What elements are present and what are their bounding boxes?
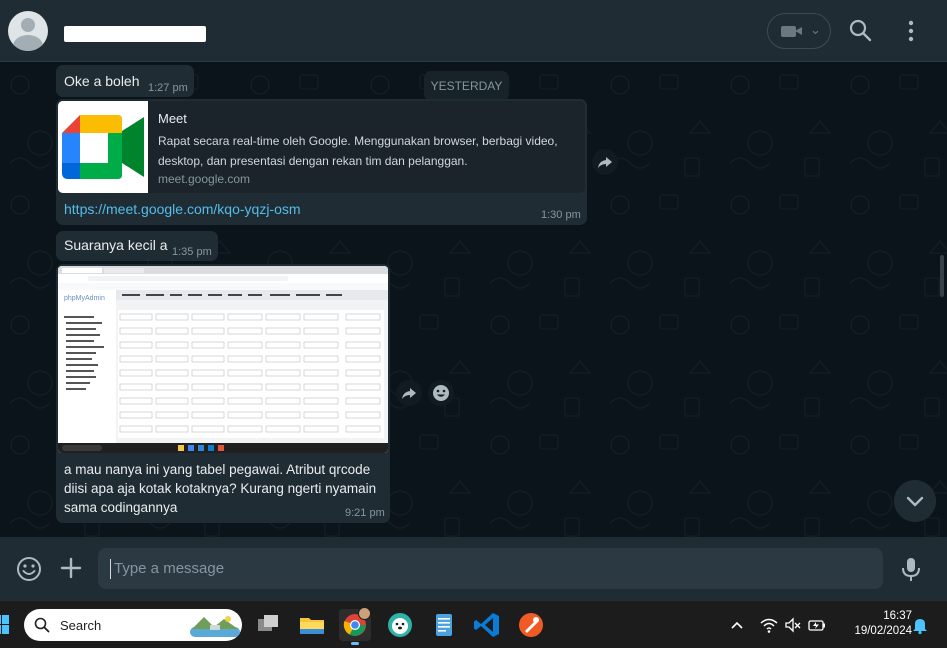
message-text: Oke a boleh bbox=[64, 73, 140, 89]
image-caption: a mau nanya ini yang tabel pegawai. Atri… bbox=[64, 462, 377, 515]
message-time: 1:27 pm bbox=[148, 82, 188, 94]
message-bubble[interactable]: Suaranya kecil a 1:35 pm bbox=[56, 231, 218, 261]
task-view-icon[interactable] bbox=[252, 609, 284, 641]
scroll-to-bottom-button[interactable] bbox=[894, 480, 936, 522]
search-highlight-illustration bbox=[190, 616, 240, 637]
windows-taskbar: Search 16:37 19/02/2024 bbox=[0, 600, 947, 648]
emoji-icon[interactable] bbox=[15, 555, 43, 583]
chevron-down-icon: ⌄ bbox=[810, 22, 821, 37]
chrome-taskbar-button[interactable] bbox=[339, 607, 371, 645]
battery-charging-icon[interactable] bbox=[807, 615, 827, 635]
postman-icon[interactable] bbox=[515, 609, 547, 641]
message-composer bbox=[0, 537, 947, 600]
message-bubble-link[interactable]: Meet Rapat secara real-time oleh Google.… bbox=[56, 99, 587, 225]
google-meet-logo bbox=[58, 101, 148, 193]
scrollbar-thumb[interactable] bbox=[940, 255, 944, 297]
screenshot-thumbnail[interactable]: phpMyAdmin bbox=[58, 266, 388, 453]
message-time: 9:21 pm bbox=[345, 507, 385, 519]
message-bubble[interactable]: Oke a boleh 1:27 pm bbox=[56, 65, 194, 97]
preview-description: Rapat secara real-time oleh Google. Meng… bbox=[158, 134, 558, 168]
preview-title: Meet bbox=[158, 111, 187, 126]
text-caret bbox=[110, 559, 111, 579]
video-camera-icon bbox=[781, 26, 802, 37]
video-call-button[interactable]: ⌄ bbox=[767, 13, 831, 49]
react-emoji-icon[interactable] bbox=[428, 380, 454, 406]
clock-date: 19/02/2024 bbox=[854, 625, 912, 637]
message-input[interactable] bbox=[98, 548, 883, 589]
avatar-body bbox=[13, 35, 43, 51]
profile-badge bbox=[358, 607, 371, 620]
link-preview[interactable]: Meet Rapat secara real-time oleh Google.… bbox=[58, 101, 585, 193]
taskbar-clock[interactable]: 16:37 19/02/2024 bbox=[836, 609, 912, 639]
chevron-up-icon[interactable] bbox=[727, 615, 747, 635]
attach-plus-icon[interactable] bbox=[58, 555, 84, 581]
message-bubble-image[interactable]: phpMyAdmin a mau nanya ini yang tabel pe… bbox=[56, 264, 390, 523]
meet-link[interactable]: https://meet.google.com/kqo-yqzj-osm bbox=[64, 201, 301, 217]
windows-start-icon[interactable] bbox=[0, 615, 10, 635]
message-time: 1:35 pm bbox=[172, 246, 212, 258]
wifi-icon[interactable] bbox=[759, 615, 779, 635]
message-time: 1:30 pm bbox=[541, 209, 581, 221]
message-text: Suaranya kecil a bbox=[64, 237, 168, 253]
search-icon bbox=[34, 617, 50, 633]
date-divider: YESTERDAY bbox=[424, 71, 509, 101]
whatsapp-window: redacted ⌄ bbox=[0, 0, 947, 648]
search-label: Search bbox=[60, 618, 102, 633]
search-icon[interactable] bbox=[846, 16, 876, 46]
preview-domain: meet.google.com bbox=[158, 172, 251, 186]
volume-muted-icon[interactable] bbox=[783, 615, 803, 635]
taskbar-search-box[interactable]: Search bbox=[24, 609, 242, 641]
file-explorer-icon[interactable] bbox=[296, 609, 328, 641]
vscode-icon[interactable] bbox=[471, 609, 503, 641]
svg-text:phpMyAdmin: phpMyAdmin bbox=[64, 295, 105, 302]
notepad-icon[interactable] bbox=[428, 609, 460, 641]
kebab-menu-icon[interactable] bbox=[896, 16, 926, 46]
contact-name[interactable]: redacted bbox=[64, 26, 206, 42]
microphone-icon[interactable] bbox=[898, 555, 924, 583]
forward-icon[interactable] bbox=[592, 149, 618, 175]
avatar-head bbox=[21, 18, 35, 32]
forward-icon[interactable] bbox=[396, 380, 422, 406]
message-list[interactable]: YESTERDAY Oke a boleh 1:27 pm Meet Rapat… bbox=[0, 63, 947, 537]
avatar[interactable] bbox=[8, 11, 48, 51]
chat-header: redacted ⌄ bbox=[0, 0, 947, 62]
clock-time: 16:37 bbox=[883, 610, 912, 622]
notification-bell-icon[interactable] bbox=[910, 615, 930, 635]
app-icon-dog[interactable] bbox=[384, 609, 416, 641]
